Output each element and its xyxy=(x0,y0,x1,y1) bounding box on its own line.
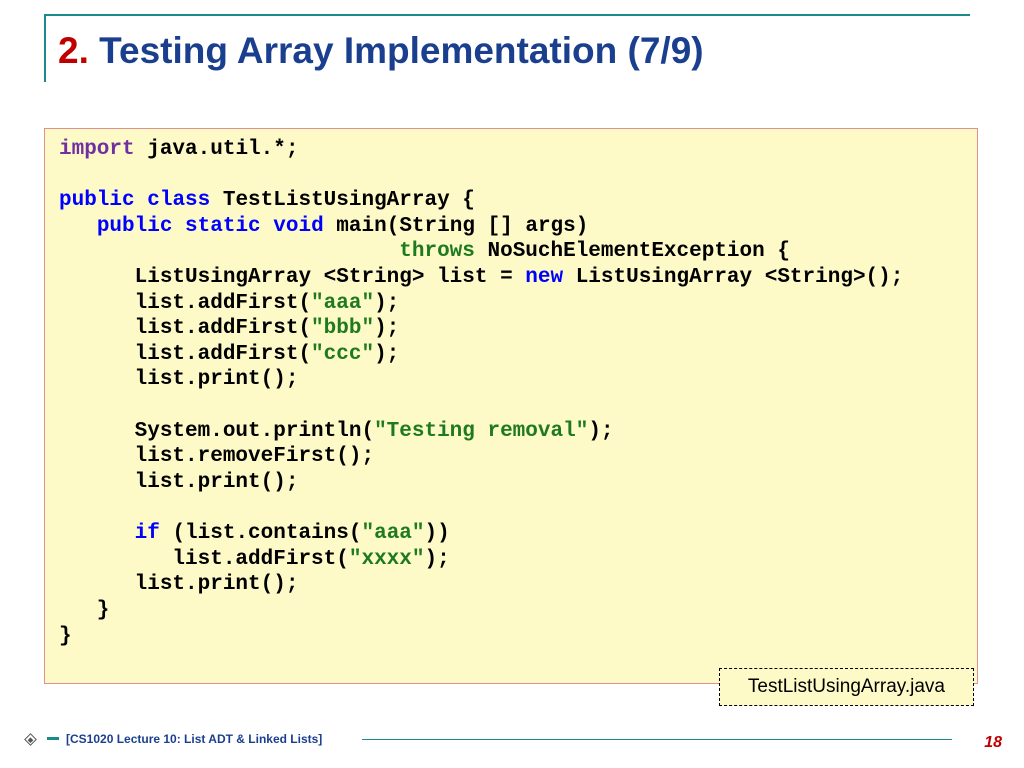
code-str: "ccc" xyxy=(311,343,374,366)
code-add3-post: ); xyxy=(374,343,399,366)
kw-static: static xyxy=(185,215,261,238)
kw-public: public xyxy=(97,215,173,238)
code-addx-pre: list.addFirst( xyxy=(59,548,349,571)
slide-border-top xyxy=(44,14,970,16)
code-addx-post: ); xyxy=(424,548,449,571)
code-decl-post: ListUsingArray <String>(); xyxy=(563,266,903,289)
bullet-icon xyxy=(24,733,37,746)
footer: [CS1020 Lecture 10: List ADT & Linked Li… xyxy=(0,724,1024,748)
code-block: import java.util.*; public class TestLis… xyxy=(44,128,978,684)
code-str: "bbb" xyxy=(311,317,374,340)
code-print3: list.print(); xyxy=(59,573,298,596)
footer-text: [CS1020 Lecture 10: List ADT & Linked Li… xyxy=(66,732,322,746)
code-remove: list.removeFirst(); xyxy=(59,445,374,468)
code-close2: } xyxy=(59,625,72,648)
footer-line-left xyxy=(47,737,59,740)
code-add1-pre: list.addFirst( xyxy=(59,292,311,315)
kw-void: void xyxy=(273,215,323,238)
code-close1: } xyxy=(59,599,109,622)
kw-class: class xyxy=(147,189,210,212)
file-label: TestListUsingArray.java xyxy=(719,668,974,706)
code-indent xyxy=(59,215,97,238)
code-add2-post: ); xyxy=(374,317,399,340)
code-mainsig: main(String [] args) xyxy=(324,215,589,238)
code-print1: list.print(); xyxy=(59,368,298,391)
code-sys-post: ); xyxy=(588,420,613,443)
footer-line-right xyxy=(362,739,952,741)
code-if-pre: (list.contains( xyxy=(160,522,362,545)
kw-public: public xyxy=(59,189,135,212)
page-number: 18 xyxy=(984,734,1002,752)
code-pad xyxy=(59,240,399,263)
code-str: "aaa" xyxy=(311,292,374,315)
code-classname: TestListUsingArray { xyxy=(210,189,475,212)
code-if-pad xyxy=(59,522,135,545)
code-str: "Testing removal" xyxy=(374,420,588,443)
code-exc: NoSuchElementException { xyxy=(475,240,790,263)
code-pkg: java.util.*; xyxy=(135,138,299,161)
slide-border-left xyxy=(44,14,46,82)
code-decl-pre: ListUsingArray <String> list = xyxy=(59,266,525,289)
slide-title: 2. Testing Array Implementation (7/9) xyxy=(58,30,704,72)
kw-import: import xyxy=(59,138,135,161)
code-if-post: )) xyxy=(425,522,450,545)
code-print2: list.print(); xyxy=(59,471,298,494)
code-str: "xxxx" xyxy=(349,548,425,571)
title-text: Testing Array Implementation (7/9) xyxy=(89,30,704,71)
title-number: 2. xyxy=(58,30,89,71)
code-sys-pre: System.out.println( xyxy=(59,420,374,443)
code-add1-post: ); xyxy=(374,292,399,315)
code-add2-pre: list.addFirst( xyxy=(59,317,311,340)
code-add3-pre: list.addFirst( xyxy=(59,343,311,366)
kw-throws: throws xyxy=(399,240,475,263)
code-str: "aaa" xyxy=(361,522,424,545)
kw-new: new xyxy=(525,266,563,289)
kw-if: if xyxy=(135,522,160,545)
